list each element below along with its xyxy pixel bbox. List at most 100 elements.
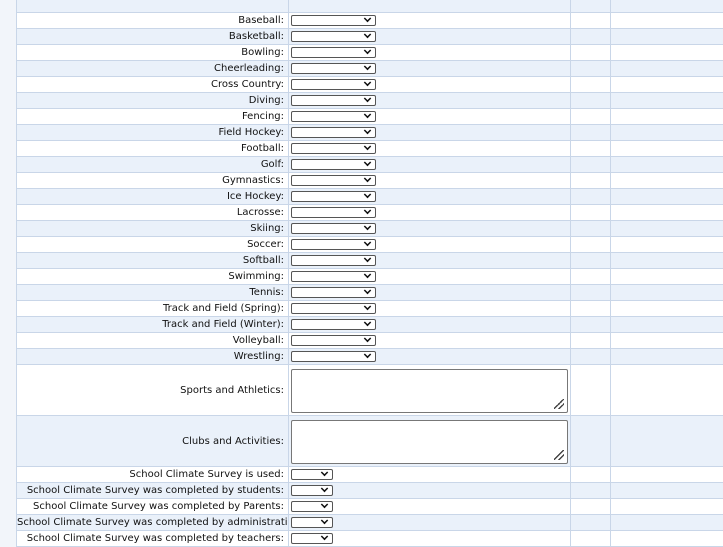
- sport-select[interactable]: [291, 143, 376, 154]
- sport-select[interactable]: [291, 79, 376, 90]
- sport-row: Baseball:: [17, 13, 723, 29]
- sport-select[interactable]: [291, 31, 376, 42]
- sport-select[interactable]: [291, 271, 376, 282]
- field-label: School Climate Survey was completed by a…: [17, 515, 289, 531]
- extra-cell: [611, 173, 723, 189]
- chevron-down-icon: [321, 517, 328, 524]
- sport-select[interactable]: [291, 223, 376, 234]
- field-label: Swimming:: [17, 269, 289, 285]
- field-label: Field Hockey:: [17, 125, 289, 141]
- extra-cell: [571, 285, 611, 301]
- extra-cell: [571, 221, 611, 237]
- extra-cell: [571, 61, 611, 77]
- field-label: Softball:: [17, 253, 289, 269]
- notes-textarea[interactable]: [291, 369, 568, 413]
- chevron-down-icon: [364, 207, 371, 214]
- sport-select[interactable]: [291, 255, 376, 266]
- extra-cell: [571, 45, 611, 61]
- field-label: Golf:: [17, 157, 289, 173]
- sport-select[interactable]: [291, 63, 376, 74]
- control-cell: [289, 29, 571, 45]
- field-label: School Climate Survey is used:: [17, 467, 289, 483]
- control-cell: [289, 61, 571, 77]
- control-cell: [289, 515, 571, 531]
- sport-row: Ice Hockey:: [17, 189, 723, 205]
- sport-row: Volleyball:: [17, 333, 723, 349]
- climate-select[interactable]: [291, 517, 333, 528]
- top-cell: [17, 0, 289, 13]
- form-grid: Baseball:Basketball:Bowling:Cheerleading…: [16, 0, 723, 547]
- chevron-down-icon: [364, 351, 371, 358]
- sport-select[interactable]: [291, 175, 376, 186]
- sport-select[interactable]: [291, 95, 376, 106]
- sport-select[interactable]: [291, 127, 376, 138]
- control-cell: [289, 77, 571, 93]
- sport-select[interactable]: [291, 319, 376, 330]
- field-label: Track and Field (Spring):: [17, 301, 289, 317]
- control-cell: [289, 531, 571, 547]
- field-label: Cross Country:: [17, 77, 289, 93]
- sport-row: Gymnastics:: [17, 173, 723, 189]
- extra-cell: [611, 515, 723, 531]
- chevron-down-icon: [364, 335, 371, 342]
- extra-cell: [611, 221, 723, 237]
- control-cell: [289, 333, 571, 349]
- climate-select[interactable]: [291, 485, 333, 496]
- sport-row: Swimming:: [17, 269, 723, 285]
- climate-row: School Climate Survey is used:: [17, 467, 723, 483]
- chevron-down-icon: [364, 47, 371, 54]
- control-cell: [289, 237, 571, 253]
- sport-select[interactable]: [291, 111, 376, 122]
- climate-row: School Climate Survey was completed by t…: [17, 531, 723, 547]
- sport-row: Tennis:: [17, 285, 723, 301]
- climate-select[interactable]: [291, 533, 333, 544]
- extra-cell: [571, 93, 611, 109]
- extra-cell: [571, 483, 611, 499]
- control-cell: [289, 45, 571, 61]
- sport-select[interactable]: [291, 303, 376, 314]
- extra-cell: [611, 531, 723, 547]
- chevron-down-icon: [321, 501, 328, 508]
- chevron-down-icon: [364, 319, 371, 326]
- sport-row: Basketball:: [17, 29, 723, 45]
- top-cell: [571, 0, 611, 13]
- sport-select[interactable]: [291, 335, 376, 346]
- field-label: Wrestling:: [17, 349, 289, 365]
- chevron-down-icon: [364, 191, 371, 198]
- extra-cell: [611, 109, 723, 125]
- climate-row: School Climate Survey was completed by P…: [17, 499, 723, 515]
- sport-select[interactable]: [291, 207, 376, 218]
- sport-row: Diving:: [17, 93, 723, 109]
- sport-row: Track and Field (Spring):: [17, 301, 723, 317]
- climate-select[interactable]: [291, 501, 333, 512]
- sport-select[interactable]: [291, 351, 376, 362]
- extra-cell: [611, 157, 723, 173]
- control-cell: [289, 205, 571, 221]
- chevron-down-icon: [364, 15, 371, 22]
- control-cell: [289, 189, 571, 205]
- sport-select[interactable]: [291, 47, 376, 58]
- sport-select[interactable]: [291, 15, 376, 26]
- chevron-down-icon: [364, 287, 371, 294]
- sport-select[interactable]: [291, 159, 376, 170]
- sport-select[interactable]: [291, 239, 376, 250]
- extra-cell: [611, 333, 723, 349]
- sport-select[interactable]: [291, 287, 376, 298]
- resize-grip-icon[interactable]: [554, 399, 564, 409]
- field-label: Ice Hockey:: [17, 189, 289, 205]
- textarea-row: Clubs and Activities:: [17, 416, 723, 467]
- extra-cell: [571, 416, 611, 467]
- notes-textarea[interactable]: [291, 420, 568, 464]
- resize-grip-icon[interactable]: [554, 450, 564, 460]
- sport-select[interactable]: [291, 191, 376, 202]
- extra-cell: [571, 515, 611, 531]
- extra-cell: [611, 301, 723, 317]
- chevron-down-icon: [364, 159, 371, 166]
- extra-cell: [611, 269, 723, 285]
- extra-cell: [611, 141, 723, 157]
- climate-select[interactable]: [291, 469, 333, 480]
- extra-cell: [611, 416, 723, 467]
- extra-cell: [611, 237, 723, 253]
- chevron-down-icon: [364, 271, 371, 278]
- field-label: Volleyball:: [17, 333, 289, 349]
